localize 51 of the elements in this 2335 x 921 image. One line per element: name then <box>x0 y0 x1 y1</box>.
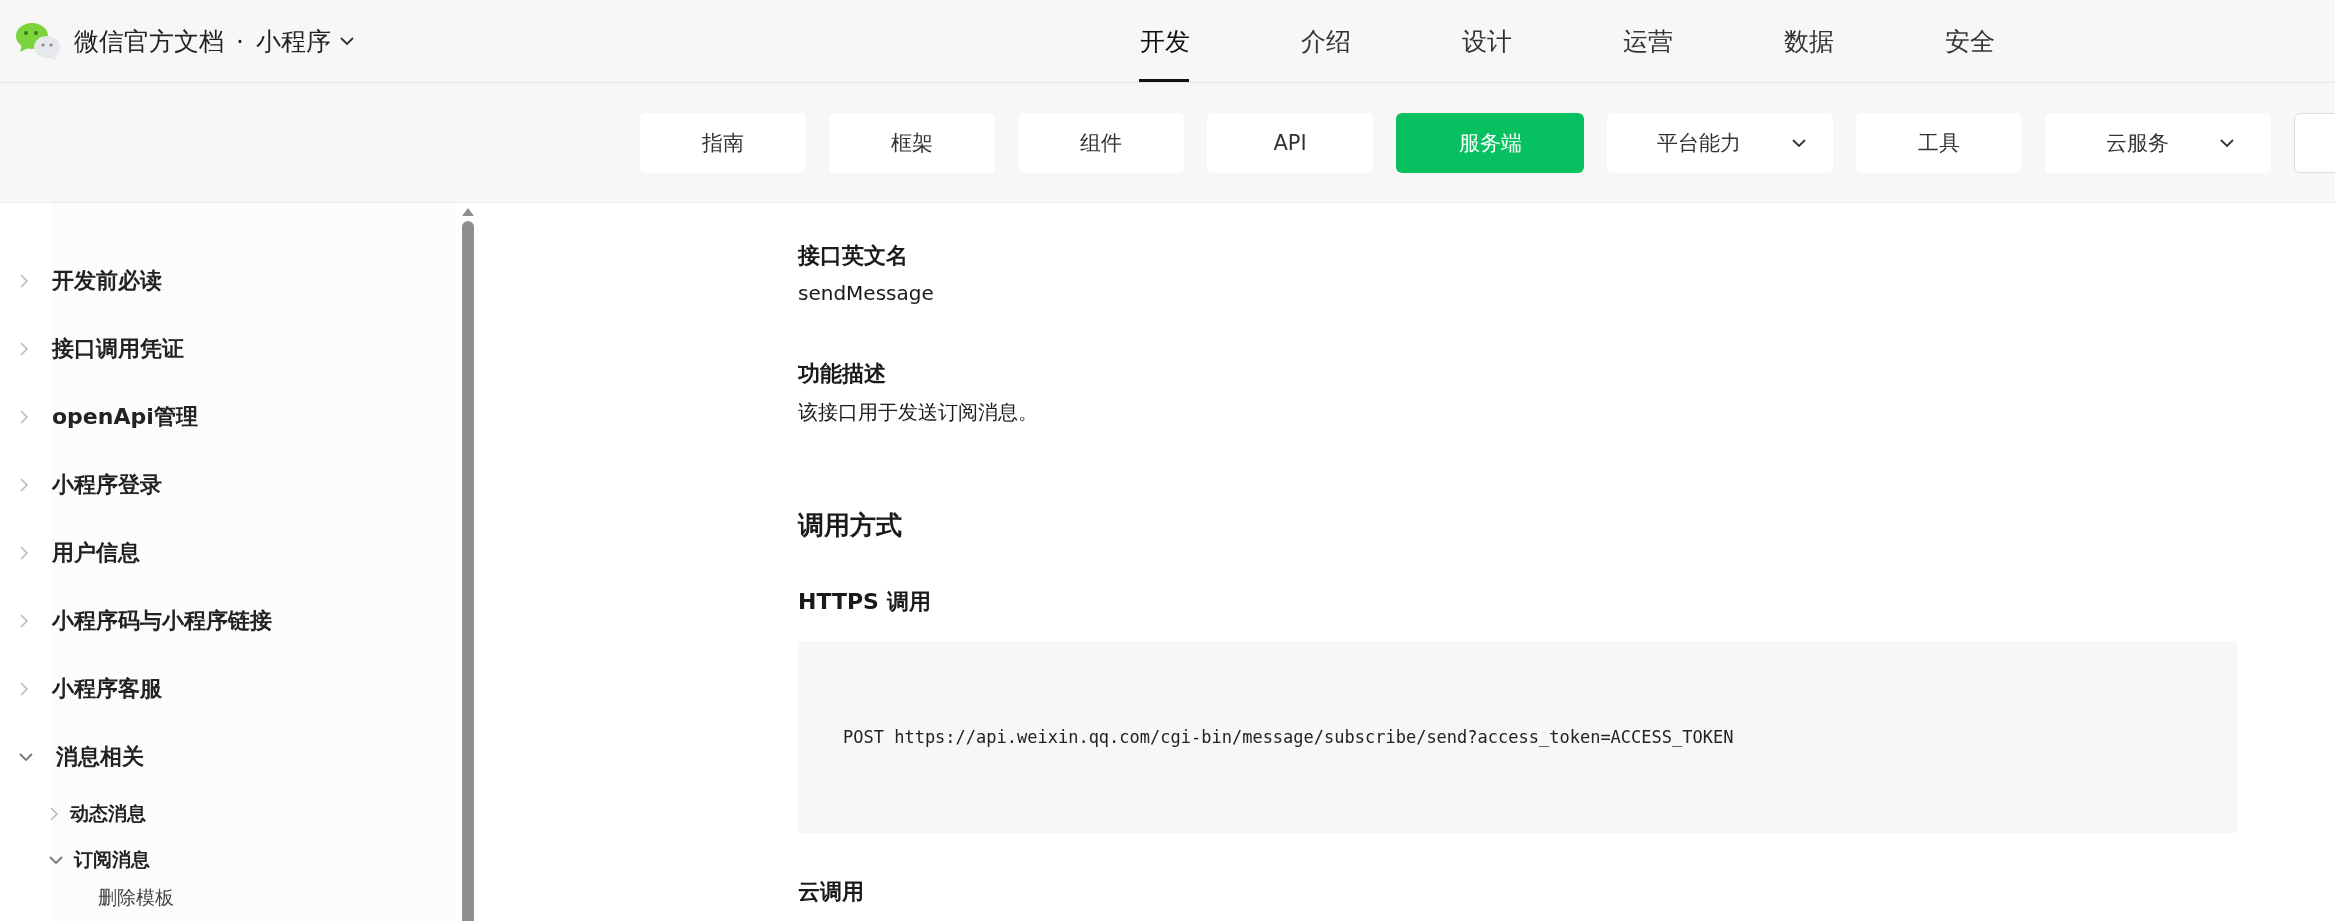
sidebar-item[interactable]: 接口调用凭证 <box>0 315 456 383</box>
scrollbar-thumb[interactable] <box>462 221 474 921</box>
chevron-down-icon <box>18 751 34 763</box>
nav-tab[interactable]: 介绍 <box>1245 0 1406 82</box>
separator-dot: · <box>236 26 244 56</box>
sidebar-item[interactable]: 小程序客服 <box>0 655 456 723</box>
product-name[interactable]: 小程序 <box>255 24 331 58</box>
section-heading: 接口英文名 <box>798 242 909 270</box>
sidebar-item[interactable]: 消息相关 <box>0 723 456 791</box>
section-dropdown[interactable]: 平台能力 <box>1607 112 1833 173</box>
chevron-right-icon <box>18 613 30 629</box>
chevron-right-icon <box>18 341 30 357</box>
caret-icon <box>2218 136 2235 149</box>
paragraph: sendMessage <box>798 281 935 305</box>
paragraph: 该接口用于发送订阅消息。 <box>798 399 1039 426</box>
sidebar-subitem[interactable]: 订阅消息 <box>0 837 456 883</box>
chevron-right-icon <box>18 545 30 561</box>
section-heading: 功能描述 <box>798 360 887 388</box>
nav-tab[interactable]: 开发 <box>1084 0 1245 82</box>
sidebar-item[interactable]: openApi管理 <box>0 383 456 451</box>
section-tab[interactable]: 框架 <box>829 112 995 173</box>
logo-icon <box>14 21 62 61</box>
sidebar-item[interactable]: 开发前必读 <box>0 247 456 315</box>
nav-tab[interactable]: 数据 <box>1728 0 1889 82</box>
section-heading: HTTPS 调用 <box>798 588 932 616</box>
chevron-right-icon <box>18 681 30 697</box>
sidebar-item[interactable]: 小程序登录 <box>0 451 456 519</box>
section-tab[interactable]: 指南 <box>640 112 806 173</box>
section-title: 调用方式 <box>798 509 903 542</box>
site-title[interactable]: 微信官方文档 <box>74 24 224 58</box>
scroll-up-icon[interactable] <box>461 207 475 217</box>
chevron-right-icon <box>48 806 60 822</box>
caret-icon <box>1791 136 1807 149</box>
chevron-right-icon <box>18 477 30 493</box>
nav-tab[interactable]: 运营 <box>1567 0 1728 82</box>
sidebar-link[interactable]: 删除模板 <box>0 883 180 913</box>
nav-tab[interactable]: 设计 <box>1406 0 1567 82</box>
section-tab[interactable]: 工具 <box>1856 112 2022 173</box>
chevron-right-icon <box>18 409 30 425</box>
sidebar-item[interactable]: 用户信息 <box>0 519 456 587</box>
caret-icon <box>338 35 355 47</box>
sidebar-subitem[interactable]: 动态消息 <box>0 791 456 837</box>
section-dropdown[interactable]: 云服务 <box>2045 112 2271 173</box>
section-tab[interactable]: API <box>1207 112 1373 173</box>
section-heading: 云调用 <box>798 878 865 906</box>
section-tab[interactable]: 组件 <box>1018 112 1184 173</box>
chevron-down-icon <box>48 854 64 866</box>
sidebar-item[interactable]: 小程序码与小程序链接 <box>0 587 456 655</box>
chevron-right-icon <box>18 273 30 289</box>
nav-tab[interactable]: 安全 <box>1889 0 2050 82</box>
code-block: POST https://api.weixin.qq.com/cgi-bin/message/subscribe/send?access_token=ACCESS_TOKEN <box>798 641 2238 833</box>
